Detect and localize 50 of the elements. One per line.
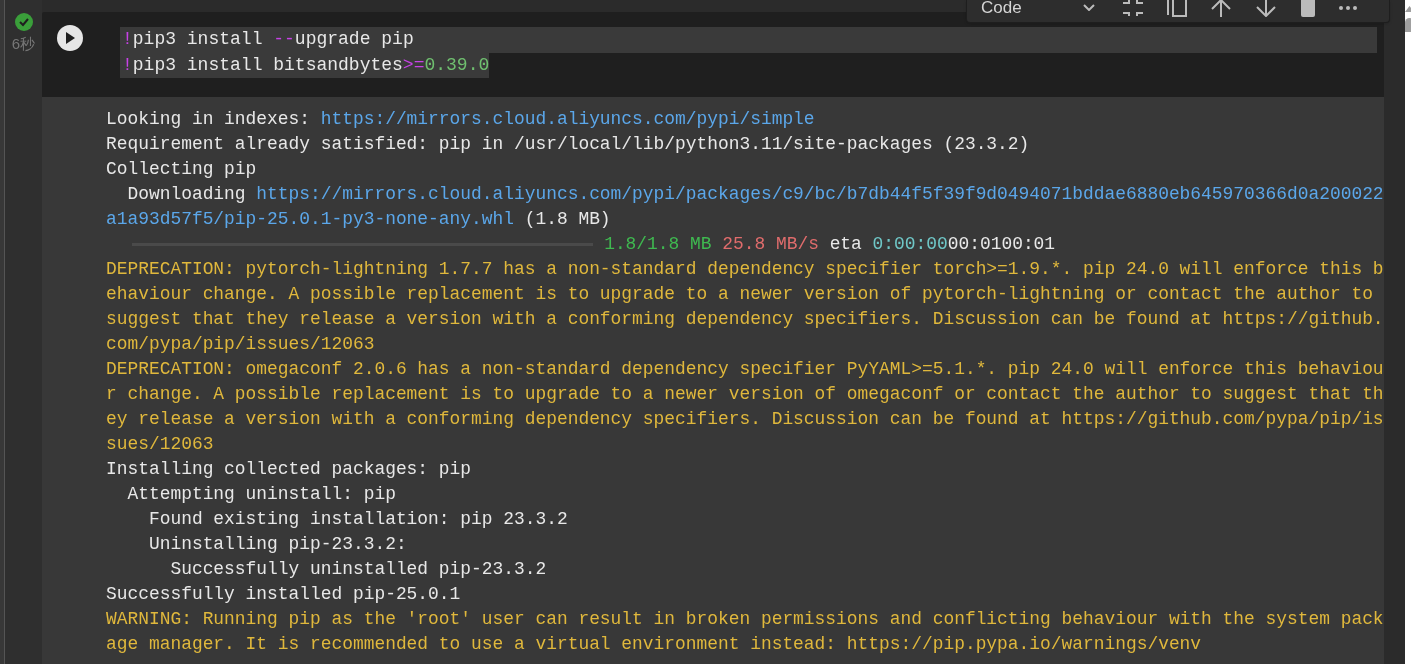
output-text: Attempting uninstall: pip — [126, 484, 396, 504]
arrow-down-icon[interactable] — [1255, 0, 1277, 17]
warning-text: ey release a version with a conforming dependency specifiers. Discussion can be found at https://github.com/pypa/pip/is — [106, 409, 1384, 429]
output-text: Downloading — [126, 184, 247, 204]
output-text: Successfully installed pip-25.0.1 — [106, 584, 461, 604]
output-text: (1.8 MB) — [523, 209, 611, 229]
output-text: 00:0100:01 — [947, 234, 1056, 254]
warning-text: age manager. It is recommended to use a virtual environment instead: https://pip.pypa.io/warnings/venv — [106, 634, 1202, 654]
warning-text: DEPRECATION: pytorch-lightning 1.7.7 has a non-standard dependency specifier torch>=1.9.*. pip 24.0 will enforce this b — [106, 259, 1384, 279]
operator-text: ! — [122, 54, 133, 75]
url-link[interactable]: a1a93d57f5/pip-25.0.1-py3-none-any.whl — [106, 209, 514, 229]
warning-text: DEPRECATION: omegaconf 2.0.6 has a non-standard dependency specifier PyYAML>=5.1.*. pip 24.0 will enforce this behaviou — [106, 359, 1384, 379]
output-text: Found existing installation: pip 23.3.2 — [147, 509, 568, 529]
code-text: pip3 install bitsandbytes — [132, 54, 403, 75]
operator-text: -- — [273, 29, 295, 49]
run-button[interactable] — [57, 25, 83, 51]
size-text: 1.8/1.8 MB — [603, 234, 712, 254]
output-text: eta — [828, 234, 863, 254]
output-text: Uninstalling pip-23.3.2: — [147, 534, 407, 554]
trash-icon[interactable] — [1300, 0, 1316, 17]
operator-text: ! — [122, 29, 133, 49]
warning-text: ehaviour change. A possible replacement is to upgrade to a newer version of pytorch-lightning or contact the author to — [106, 284, 1373, 304]
warning-text: suggest that they release a version with a conforming dependency specifiers. Discussion can be found at https://github. — [106, 309, 1384, 329]
operator-text: >= — [402, 54, 425, 75]
arrow-up-icon[interactable] — [1210, 0, 1232, 17]
play-icon — [65, 32, 75, 44]
output-text: Requirement already satisfied: pip in /usr/local/lib/python3.11/site-packages (23.3.2) — [106, 134, 1030, 154]
warning-text: com/pypa/pip/issues/12063 — [106, 334, 375, 354]
copy-icon[interactable] — [1167, 0, 1187, 17]
code-text: upgrade pip — [294, 29, 414, 49]
speed-text: 25.8 MB/s — [721, 234, 819, 254]
duration-text: 6秒 — [11, 35, 36, 53]
scroll-up-icon[interactable] — [1404, 6, 1411, 12]
output-text: Installing collected packages: pip — [106, 459, 472, 479]
code-cell[interactable]: !pip3 install --upgrade pip !pip3 install bitsandbytes>=0.39.0 — [42, 12, 1384, 97]
output-text: Successfully uninstalled pip-23.3.2 — [169, 559, 547, 579]
url-link[interactable]: https://mirrors.cloud.aliyuncs.com/pypi/packages/c9/bc/b7db44f5f39f9d0494071bddae6880eb645970366d0a200022 — [256, 184, 1384, 204]
scrollbar-thumb[interactable] — [1404, 18, 1411, 32]
number-text: 0.39.0 — [424, 54, 490, 75]
code-text: pip3 install — [132, 29, 264, 49]
time-text: 0:00:00 — [872, 234, 948, 254]
warning-text: r change. A possible replacement is to upgrade to a newer version of omegaconf or contact the author to suggest that th — [106, 384, 1384, 404]
warning-text: WARNING: Running pip as the 'root' user can result in broken permissions and conflicting behaviour with the system pack — [106, 609, 1384, 629]
output-text: Looking in indexes: — [106, 109, 311, 129]
output-text: Collecting pip — [106, 159, 257, 179]
more-icon[interactable] — [1339, 6, 1357, 10]
url-link[interactable]: https://mirrors.cloud.aliyuncs.com/pypi/simple — [320, 109, 815, 129]
warning-text: sues/12063 — [106, 434, 214, 454]
collapse-icon[interactable] — [1122, 0, 1144, 16]
chevron-down-icon — [1083, 3, 1095, 11]
